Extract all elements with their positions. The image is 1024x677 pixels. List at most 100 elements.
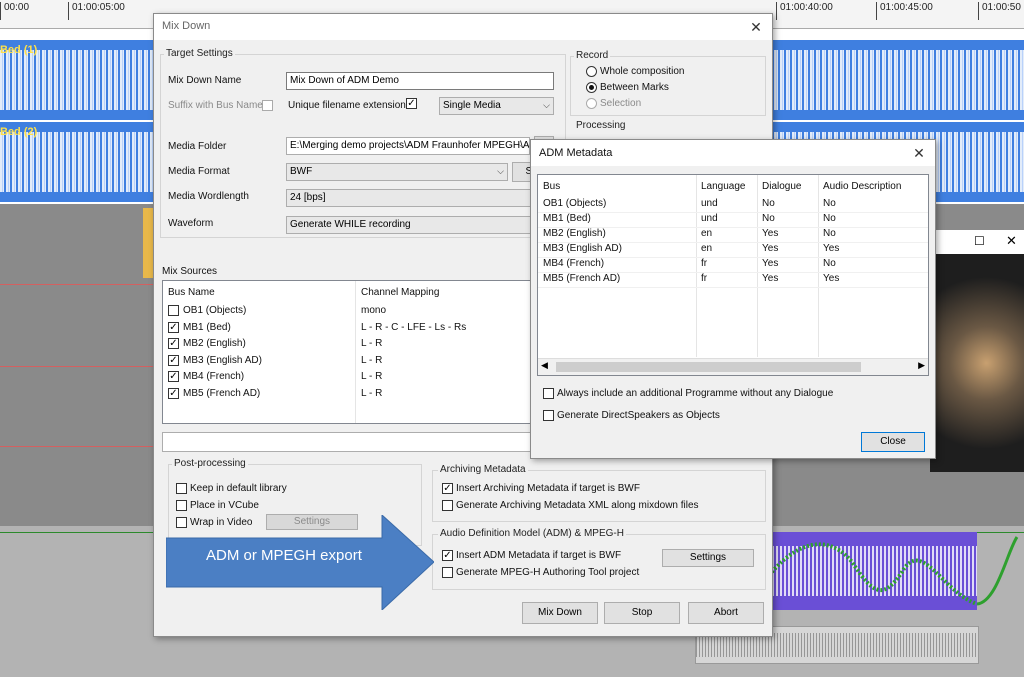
chevron-down-icon: ⌵ bbox=[519, 140, 526, 150]
media-wordlength-dropdown[interactable]: 24 [bps] bbox=[286, 189, 554, 207]
mixdown-name-label: Mix Down Name bbox=[168, 75, 242, 86]
audio-description-cell: Yes bbox=[823, 243, 840, 254]
media-format-label: Media Format bbox=[168, 166, 230, 177]
media-wordlength-label: Media Wordlength bbox=[168, 191, 249, 202]
channel-mapping-cell: L - R bbox=[361, 354, 383, 366]
dialog-titlebar: Mix Down ✕ bbox=[154, 14, 772, 40]
place-vcube-checkbox[interactable] bbox=[176, 500, 187, 511]
bus-enable-checkbox[interactable]: ✓ bbox=[168, 321, 179, 333]
audio-description-cell: Yes bbox=[823, 273, 840, 284]
archiving-xml-checkbox[interactable] bbox=[442, 500, 453, 511]
dialogue-cell: Yes bbox=[762, 258, 779, 269]
media-mode-value: Single Media bbox=[443, 100, 501, 111]
mix-sources-table: Bus Name Channel Mapping OB1 (Objects) mo… bbox=[162, 280, 544, 424]
table-row[interactable]: ✓ MB4 (French) L - R bbox=[163, 369, 543, 385]
language-cell: und bbox=[701, 213, 718, 224]
abort-button[interactable]: Abort bbox=[688, 602, 764, 624]
col-channel-mapping: Channel Mapping bbox=[361, 287, 440, 298]
programme-no-dialogue-checkbox[interactable] bbox=[543, 388, 554, 399]
stop-button[interactable]: Stop bbox=[604, 602, 680, 624]
mpegh-project-label: Generate MPEG-H Authoring Tool project bbox=[456, 567, 640, 578]
table-row[interactable]: MB5 (French AD) fr Yes Yes bbox=[538, 272, 928, 288]
mpegh-project-checkbox[interactable] bbox=[442, 567, 453, 578]
bus-enable-checkbox[interactable]: ✓ bbox=[168, 338, 179, 349]
keep-library-label: Keep in default library bbox=[190, 483, 287, 494]
radio-whole-composition-label: Whole composition bbox=[600, 66, 685, 77]
table-row[interactable]: MB4 (French) fr Yes No bbox=[538, 257, 928, 273]
mix-down-button[interactable]: Mix Down bbox=[522, 602, 598, 624]
suffix-bus-label: Suffix with Bus Name bbox=[168, 100, 263, 111]
media-mode-dropdown[interactable]: Single Media ⌵ bbox=[439, 97, 554, 115]
table-row[interactable]: MB1 (Bed) und No No bbox=[538, 212, 928, 228]
insert-archiving-checkbox[interactable]: ✓ bbox=[442, 483, 453, 494]
ruler-tick: 01:00:50 bbox=[978, 2, 1021, 20]
table-row[interactable]: ✓ MB1 (Bed) L - R - C - LFE - Ls - Rs bbox=[163, 320, 543, 336]
target-settings-label: Target Settings bbox=[164, 48, 235, 59]
bus-enable-checkbox[interactable]: ✓ bbox=[168, 371, 179, 382]
media-format-dropdown[interactable]: BWF ⌵ bbox=[286, 163, 508, 181]
processing-label: Processing bbox=[574, 120, 628, 131]
waveform-dropdown[interactable]: Generate WHILE recording bbox=[286, 216, 554, 234]
language-cell: fr bbox=[701, 273, 708, 284]
audio-description-cell: No bbox=[823, 228, 836, 239]
table-row[interactable]: ✓ MB3 (English AD) L - R bbox=[163, 353, 543, 369]
scrollbar-thumb[interactable] bbox=[556, 362, 861, 372]
bus-enable-checkbox[interactable]: ✓ bbox=[168, 354, 179, 366]
suffix-bus-checkbox[interactable] bbox=[262, 100, 273, 111]
track-label: Bed (2) bbox=[0, 126, 38, 138]
mixdown-name-input[interactable]: Mix Down of ADM Demo bbox=[286, 72, 554, 90]
media-folder-label: Media Folder bbox=[168, 141, 227, 152]
close-icon[interactable]: ✕ bbox=[746, 17, 766, 37]
video-preview-window[interactable]: ☐ ✕ bbox=[930, 230, 1024, 472]
bus-cell: MB2 (English) bbox=[543, 228, 606, 239]
bus-name-cell: MB4 (French) bbox=[183, 371, 245, 382]
unique-extension-checkbox[interactable]: ✓ bbox=[406, 98, 417, 109]
audio-description-cell: No bbox=[823, 258, 836, 269]
automation-curve[interactable] bbox=[772, 532, 977, 610]
direct-speakers-checkbox[interactable] bbox=[543, 410, 554, 421]
table-row[interactable]: OB1 (Objects) mono bbox=[163, 303, 543, 319]
media-format-value: BWF bbox=[290, 166, 313, 177]
insert-adm-checkbox[interactable]: ✓ bbox=[442, 550, 453, 561]
dialog-title: Mix Down bbox=[162, 20, 211, 32]
table-row[interactable]: ✓ MB5 (French AD) L - R bbox=[163, 386, 543, 402]
scroll-left-icon[interactable]: ◀ bbox=[541, 360, 548, 371]
adm-settings-button[interactable]: Settings bbox=[662, 549, 754, 567]
bus-enable-checkbox[interactable] bbox=[168, 305, 179, 316]
close-icon[interactable]: ✕ bbox=[1006, 233, 1017, 249]
channel-mapping-cell: L - R bbox=[361, 338, 383, 349]
radio-selection[interactable] bbox=[586, 98, 597, 109]
radio-between-marks[interactable] bbox=[586, 82, 597, 93]
horizontal-scrollbar[interactable]: ◀ ▶ bbox=[538, 358, 928, 375]
radio-whole-composition[interactable] bbox=[586, 66, 597, 77]
col-language: Language bbox=[701, 181, 746, 192]
dialogue-cell: No bbox=[762, 198, 775, 209]
close-button[interactable]: Close bbox=[861, 432, 925, 452]
dialogue-cell: Yes bbox=[762, 273, 779, 284]
bus-name-cell: OB1 (Objects) bbox=[183, 305, 247, 316]
maximize-icon[interactable]: ☐ bbox=[974, 234, 985, 248]
channel-mapping-cell: L - R - C - LFE - Ls - Rs bbox=[361, 321, 467, 333]
close-icon[interactable]: ✕ bbox=[909, 143, 929, 163]
purple-clip[interactable] bbox=[772, 532, 977, 610]
bus-cell: MB3 (English AD) bbox=[543, 243, 622, 254]
bus-enable-checkbox[interactable]: ✓ bbox=[168, 387, 179, 399]
ruler-tick: 00:00 bbox=[0, 2, 29, 20]
table-row[interactable]: MB2 (English) en Yes No bbox=[538, 227, 928, 243]
table-row[interactable]: OB1 (Objects) und No No bbox=[538, 197, 928, 213]
archiving-label: Archiving Metadata bbox=[438, 464, 528, 475]
chevron-down-icon: ⌵ bbox=[543, 100, 550, 110]
chevron-down-icon: ⌵ bbox=[497, 166, 504, 176]
table-row[interactable]: ✓ MB2 (English) L - R bbox=[163, 336, 543, 352]
scroll-right-icon[interactable]: ▶ bbox=[918, 360, 925, 371]
col-audio-description: Audio Description bbox=[823, 181, 902, 192]
audio-description-cell: No bbox=[823, 198, 836, 209]
unique-extension-label: Unique filename extension bbox=[288, 100, 406, 111]
keep-library-checkbox[interactable] bbox=[176, 483, 187, 494]
language-cell: und bbox=[701, 198, 718, 209]
table-row[interactable]: MB3 (English AD) en Yes Yes bbox=[538, 242, 928, 258]
col-bus: Bus bbox=[543, 181, 561, 192]
archiving-group bbox=[432, 470, 766, 522]
media-folder-dropdown[interactable]: E:\Merging demo projects\ADM Fraunhofer … bbox=[286, 137, 530, 155]
language-cell: fr bbox=[701, 258, 708, 269]
